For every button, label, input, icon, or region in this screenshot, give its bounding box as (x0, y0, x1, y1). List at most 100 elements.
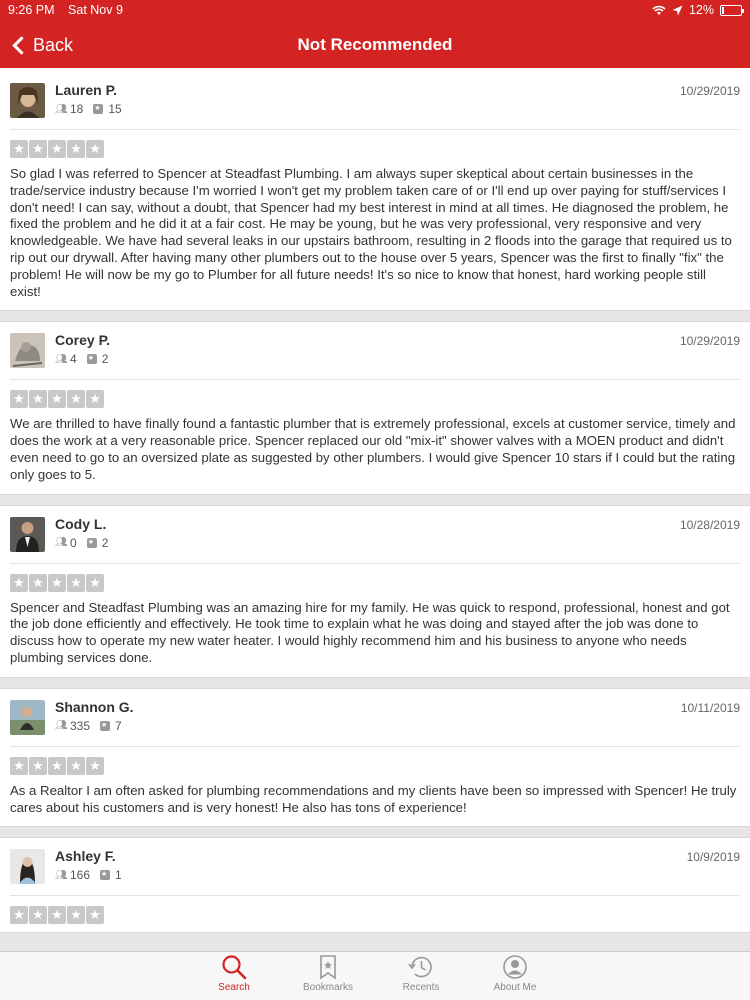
star-icon: ★ (10, 390, 28, 409)
star-icon: ★ (48, 390, 66, 409)
friends-count: 166 (70, 868, 91, 883)
review-header: Ashley F. 👥︎ 166 1 10/9/2019 (10, 838, 740, 897)
star-rating: ★ ★ ★ ★ ★ (10, 564, 740, 600)
review-text: As a Realtor I am often asked for plumbi… (10, 782, 737, 815)
star-icon: ★ (48, 573, 66, 592)
star-icon: ★ (29, 756, 47, 775)
tab-search[interactable]: Search (199, 952, 269, 1000)
star-icon: ★ (48, 140, 66, 158)
avatar[interactable] (10, 516, 45, 552)
reviewer-stats: 👥︎ 18 15 (55, 102, 122, 116)
friends-icon: 👥︎ (55, 537, 68, 549)
friends-icon: 👥︎ (55, 103, 68, 115)
review-count-icon (93, 104, 104, 114)
reviewer-name[interactable]: Corey P. (55, 332, 110, 348)
tab-about-me[interactable]: About Me (480, 952, 550, 1000)
reviewer-stats: 👥︎ 166 1 (55, 868, 122, 882)
review-header: Shannon G. 👥︎ 335 7 10/11/2019 (10, 689, 740, 747)
tab-bookmarks[interactable]: Bookmarks (293, 952, 363, 1000)
star-rating: ★ ★ ★ ★ ★ (10, 380, 740, 416)
avatar[interactable] (10, 699, 45, 735)
review-item: Ashley F. 👥︎ 166 1 10/9/2019 ★★★★★ (0, 837, 750, 934)
review-date: 10/29/2019 (679, 334, 740, 349)
star-icon: ★ (67, 906, 85, 925)
battery-percent: 12% (688, 3, 714, 17)
tab-label: About Me (493, 982, 537, 993)
review-text: We are thrilled to have finally found a … (10, 416, 736, 482)
star-rating: ★ ★ ★ ★ ★ (10, 747, 740, 783)
review-date: 10/29/2019 (679, 84, 740, 98)
status-date: Sat Nov 9 (68, 3, 123, 17)
wifi-icon (652, 5, 666, 15)
review-count-icon (86, 354, 97, 365)
review-header: Cody L. 👥︎ 0 2 10/28/2019 (10, 506, 740, 564)
review-text: So glad I was referred to Spencer at Ste… (10, 166, 732, 299)
review-item: Lauren P. 👥︎ 18 15 10/29/2019 ★★★★★ So g… (0, 68, 750, 312)
avatar[interactable] (10, 333, 45, 369)
reviewer-stats: 👥︎ 0 2 (55, 536, 108, 550)
avatar[interactable] (10, 849, 45, 885)
review-count-icon (100, 720, 111, 731)
star-rating: ★ ★ ★ ★ ★ (10, 896, 740, 932)
review-count-icon (86, 537, 97, 548)
location-arrow-icon (672, 5, 683, 15)
review-header: Lauren P. 👥︎ 18 15 10/29/2019 (10, 72, 740, 130)
navigation-bar: Back Not Recommended (0, 22, 750, 68)
avatar[interactable] (10, 83, 45, 118)
review-date: 10/28/2019 (679, 517, 740, 532)
review-item: Corey P. 👥︎ 4 2 10/29/2019 ★★★★★ We are … (0, 321, 750, 495)
search-icon (222, 955, 247, 980)
reviewer-name[interactable]: Ashley F. (55, 848, 116, 864)
page-title: Not Recommended (297, 35, 453, 54)
star-icon: ★ (29, 573, 47, 592)
review-count: 1 (115, 868, 122, 883)
reviewer-name[interactable]: Cody L. (55, 516, 106, 532)
friends-count: 335 (70, 718, 91, 733)
review-date: 10/9/2019 (686, 850, 740, 865)
reviews-list[interactable]: Lauren P. 👥︎ 18 15 10/29/2019 ★★★★★ So g… (0, 68, 750, 951)
tab-bar: Search Bookmarks Recents About Me (0, 951, 750, 1000)
friends-count: 0 (70, 535, 77, 550)
review-count-icon (100, 870, 111, 881)
friends-icon: 👥︎ (55, 353, 68, 365)
profile-icon (503, 955, 527, 979)
star-icon: ★ (86, 573, 104, 592)
review-count: 15 (108, 102, 122, 116)
status-bar: 9:26 PM Sat Nov 9 12% (0, 0, 750, 22)
reviewer-stats: 👥︎ 4 2 (55, 352, 108, 366)
star-icon: ★ (10, 906, 28, 925)
reviewer-name[interactable]: Shannon G. (55, 699, 134, 715)
star-icon: ★ (29, 906, 47, 925)
friends-count: 4 (70, 352, 77, 367)
star-icon: ★ (29, 140, 47, 158)
review-header: Corey P. 👥︎ 4 2 10/29/2019 (10, 322, 740, 381)
star-icon: ★ (86, 756, 104, 775)
star-icon: ★ (48, 906, 66, 925)
status-time: 9:26 PM (8, 3, 55, 17)
star-icon: ★ (29, 390, 47, 409)
star-icon: ★ (67, 140, 85, 158)
star-icon: ★ (10, 573, 28, 592)
star-icon: ★ (67, 756, 85, 775)
tab-recents[interactable]: Recents (386, 952, 456, 1000)
review-count: 2 (101, 535, 109, 550)
history-icon (408, 956, 432, 978)
star-icon: ★ (86, 906, 104, 925)
star-rating: ★ ★ ★ ★ ★ (10, 130, 740, 166)
star-icon: ★ (67, 573, 85, 592)
friends-count: 18 (70, 102, 84, 116)
reviewer-name[interactable]: Lauren P. (55, 82, 117, 98)
review-item: Cody L. 👥︎ 0 2 10/28/2019 ★★★★★ Spencer … (0, 504, 750, 678)
star-icon: ★ (86, 140, 104, 158)
tab-label: Recents (402, 982, 440, 993)
star-icon: ★ (10, 140, 28, 158)
bookmark-icon (320, 955, 336, 980)
battery-level-fill (722, 6, 724, 14)
review-item: Shannon G. 👥︎ 335 7 10/11/2019 ★★★★★ As … (0, 687, 750, 828)
friends-icon: 👥︎ (55, 720, 68, 732)
review-date: 10/11/2019 (680, 700, 740, 715)
tab-label: Search (218, 982, 250, 993)
star-icon: ★ (86, 390, 104, 409)
review-count: 7 (115, 718, 122, 733)
review-count: 2 (101, 352, 109, 367)
